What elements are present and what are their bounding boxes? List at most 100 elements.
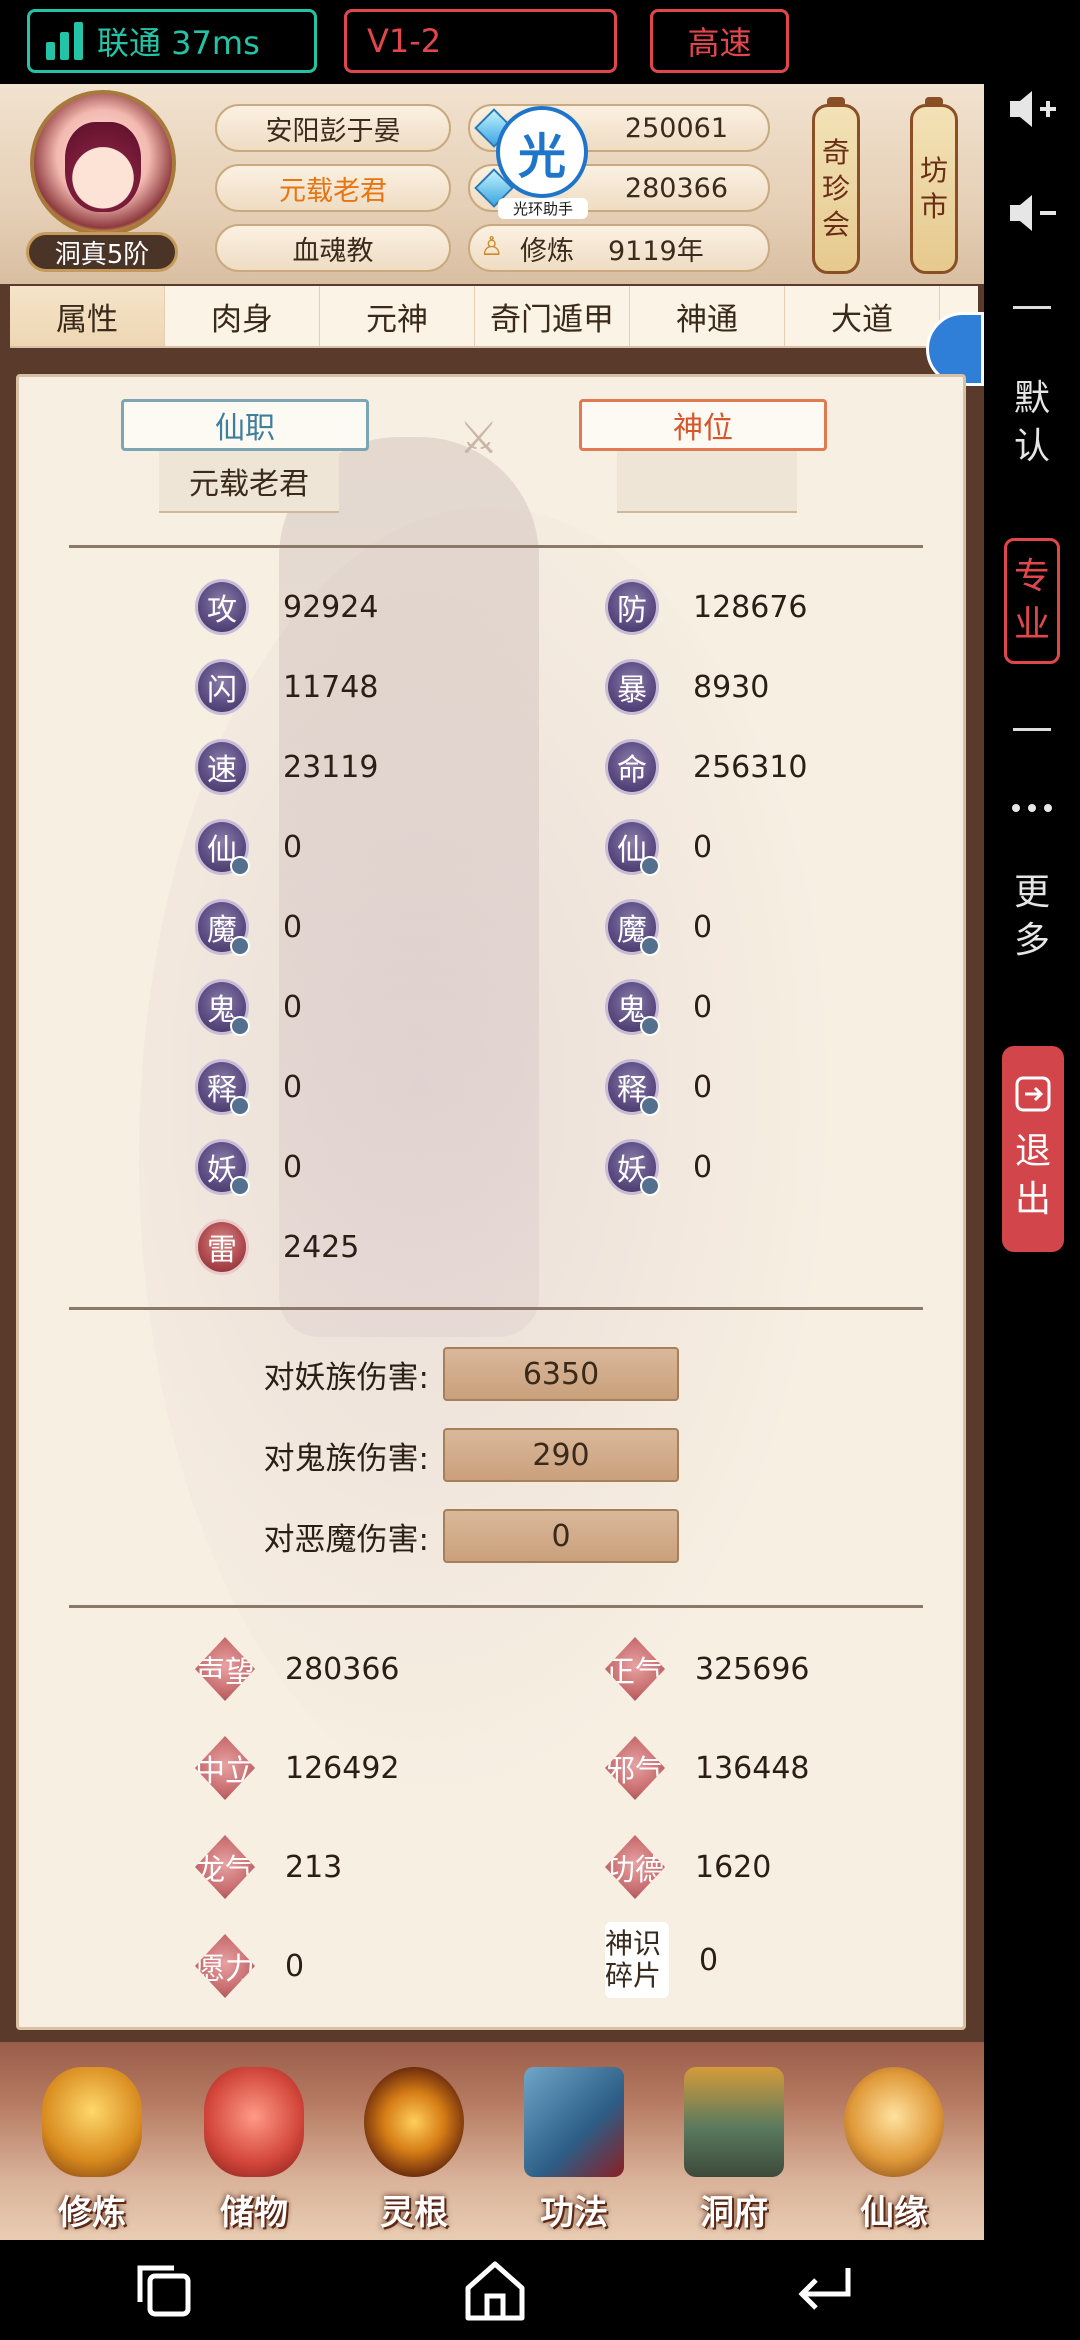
home-button[interactable]: [460, 2258, 530, 2324]
tab-qimen[interactable]: 奇门遁甲: [475, 286, 630, 346]
stat-value: 0: [693, 829, 713, 865]
stat-row: 速 23119: [195, 739, 378, 795]
tab-soul[interactable]: 元神: [320, 286, 475, 346]
home-icon: [465, 2261, 525, 2321]
reputation-value: 213: [285, 1849, 343, 1885]
stat-badge: 释: [195, 1059, 250, 1116]
attribute-tabs: 属性 肉身 元神 奇门遁甲 神通 大道: [10, 286, 978, 348]
stat-value: 0: [693, 909, 713, 945]
stat-row: 仙0: [605, 819, 713, 876]
back-button[interactable]: [790, 2258, 860, 2324]
menu-label: 仙缘: [860, 2193, 928, 2233]
stat-badge: 妖: [605, 1139, 660, 1196]
speed-mode-chip[interactable]: 高速: [650, 9, 789, 73]
stat-row: 防 128676: [605, 579, 808, 635]
volume-up-button[interactable]: [984, 84, 1080, 134]
stat-row: 雷 2425: [195, 1219, 359, 1275]
cultivation-label: 修炼: [520, 235, 574, 267]
recent-apps-icon: [137, 2265, 191, 2317]
recent-apps-button[interactable]: [130, 2258, 200, 2324]
reputation-row: 愿力 0: [195, 1934, 304, 1998]
tab-attributes[interactable]: 属性: [10, 286, 165, 346]
version-label: V1-2: [367, 22, 442, 60]
more-button[interactable]: 更多: [984, 862, 1080, 972]
stat-row: 鬼0: [195, 979, 302, 1036]
treasure-fair-lantern[interactable]: 奇珍会: [812, 97, 860, 274]
player-sect: 血魂教: [215, 224, 451, 272]
network-status-label: 联通 37ms: [97, 24, 260, 62]
reputation-value: 0: [699, 1942, 719, 1978]
signal-bars-icon: [46, 22, 83, 60]
stat-badge: 雷: [195, 1219, 249, 1275]
immortal-post-value: 元载老君: [159, 451, 339, 513]
menu-spirit-root-button[interactable]: 灵根: [344, 2052, 484, 2240]
damage-label: 对恶魔伤害:: [263, 1521, 429, 1558]
market-lantern[interactable]: 坊市: [910, 97, 958, 274]
status-strip: 联通 37ms V1-2 高速: [0, 0, 1080, 84]
menu-label: 灵根: [380, 2193, 448, 2233]
tab-body[interactable]: 肉身: [165, 286, 320, 346]
character-avatar[interactable]: 洞真5阶: [20, 90, 182, 276]
stat-row: 释0: [605, 1059, 712, 1116]
stat-row: 鬼0: [605, 979, 713, 1036]
stat-badge: 仙: [605, 819, 660, 876]
tab-powers[interactable]: 神通: [630, 286, 785, 346]
attribute-panel: 仙职 元载老君 ⚔ 神位 对妖族伤害: 6350 对鬼族伤害: 290 对恶魔伤…: [16, 374, 966, 2030]
default-mode-button[interactable]: 默认: [984, 368, 1080, 478]
helper-overlay-button[interactable]: 光 光环助手: [496, 106, 588, 219]
menu-storage-button[interactable]: 储物: [184, 2052, 324, 2240]
stat-badge: 攻: [195, 579, 249, 635]
stat-value: 23119: [283, 749, 379, 785]
menu-technique-button[interactable]: 功法: [504, 2052, 644, 2240]
system-navigation-bar: [0, 2240, 1080, 2340]
back-icon: [798, 2268, 851, 2310]
pro-mode-button[interactable]: 专业: [1004, 538, 1060, 664]
menu-cultivate-button[interactable]: 修炼: [22, 2052, 162, 2240]
stat-badge: 速: [195, 739, 249, 795]
more-label: 更多: [1013, 872, 1050, 961]
reputation-value: 136448: [695, 1750, 810, 1786]
reputation-value: 280366: [285, 1651, 400, 1687]
menu-fate-button[interactable]: 仙缘: [824, 2052, 964, 2240]
stat-row: 命 256310: [605, 739, 808, 795]
info-dot-icon: [640, 1176, 660, 1196]
stat-badge: 魔: [605, 899, 660, 956]
reputation-row: 功德 1620: [605, 1835, 771, 1899]
reputation-badge: 愿力: [195, 1934, 255, 1998]
stat-row: 闪 11748: [195, 659, 378, 715]
section-divider: [69, 1605, 923, 1608]
gourd-icon: [844, 2067, 944, 2177]
stat-value: 2425: [283, 1229, 360, 1265]
stat-badge: 妖: [195, 1139, 250, 1196]
avatar-portrait: [65, 122, 141, 212]
more-dots-icon[interactable]: [984, 790, 1080, 826]
stat-row: 妖0: [195, 1139, 303, 1196]
tab-dao[interactable]: 大道: [785, 286, 940, 346]
stat-value: 8930: [693, 669, 770, 705]
bag-icon: [204, 2067, 304, 2177]
menu-cave-button[interactable]: 洞府: [664, 2052, 804, 2240]
volume-down-button[interactable]: [984, 188, 1080, 238]
reputation-badge: 龙气: [195, 1835, 255, 1899]
divine-seat-plaque: 神位: [579, 399, 827, 451]
menu-label: 储物: [220, 2193, 288, 2233]
damage-row: 对妖族伤害: 6350: [159, 1347, 759, 1401]
reputation-row: 中立 126492: [195, 1736, 400, 1800]
menu-label: 洞府: [700, 2193, 768, 2233]
stat-row: 暴 8930: [605, 659, 769, 715]
stat-row: 攻 92924: [195, 579, 378, 635]
default-mode-label: 默认: [1013, 378, 1050, 467]
crossed-swords-icon: ⚔: [459, 413, 499, 464]
speed-mode-label: 高速: [687, 24, 752, 62]
network-status-chip[interactable]: 联通 37ms: [27, 9, 317, 73]
damage-row: 对鬼族伤害: 290: [159, 1428, 759, 1482]
reputation-value: 1620: [695, 1849, 772, 1885]
exit-button[interactable]: 退出: [1002, 1046, 1064, 1252]
stat-value: 0: [283, 1149, 303, 1185]
volume-down-icon: [1010, 195, 1056, 231]
treasure-fair-label: 奇珍会: [821, 136, 850, 241]
player-name: 安阳彭于晏: [215, 104, 451, 152]
stat-value: 0: [693, 989, 713, 1025]
stat-value: 0: [283, 829, 303, 865]
version-chip[interactable]: V1-2: [344, 9, 617, 73]
